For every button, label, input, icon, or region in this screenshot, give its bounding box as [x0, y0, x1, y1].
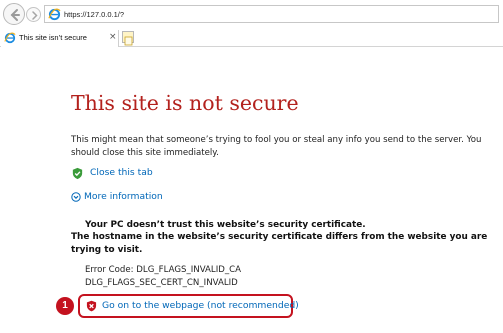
green-shield-check-icon [72, 167, 83, 179]
tab-active[interactable]: This site isn’t secure × [1, 30, 119, 47]
ie-logo-icon [48, 8, 61, 21]
more-information-row[interactable]: More information [71, 190, 163, 204]
back-arrow-icon [10, 9, 20, 21]
chevron-down-circle-icon [71, 192, 81, 202]
tab-close-button[interactable]: × [109, 31, 117, 43]
go-on-to-webpage-link[interactable]: Go on to the webpage (not recommended) [102, 299, 299, 313]
close-tab-row[interactable]: Close this tab [71, 166, 153, 180]
callout-number-badge: 1 [56, 297, 74, 315]
new-tab-icon [124, 36, 133, 46]
close-tab-link[interactable]: Close this tab [90, 166, 153, 180]
certificate-trust-message: Your PC doesn’t trust this website’s sec… [85, 220, 366, 230]
url-field[interactable]: https://127.0.0.1/? [44, 5, 499, 23]
error-code-line-2: DLG_FLAGS_SEC_CERT_CN_INVALID [85, 278, 238, 288]
red-shield-x-icon [86, 300, 97, 312]
tab-strip: This site isn’t secure × [0, 29, 503, 47]
hostname-mismatch-message: The hostname in the website’s security c… [71, 232, 488, 255]
url-text: https://127.0.0.1/? [64, 10, 125, 19]
warning-description: This might mean that someone’s trying to… [71, 135, 482, 158]
page-title: This site is not secure [71, 91, 299, 115]
new-tab-button[interactable] [122, 31, 134, 46]
address-bar-row: https://127.0.0.1/? [0, 0, 503, 28]
browser-window: https://127.0.0.1/? This site isn’t secu… [0, 0, 503, 333]
forward-button[interactable] [26, 7, 41, 22]
ie-logo-icon [4, 32, 16, 44]
forward-arrow-icon [32, 11, 38, 20]
back-button[interactable] [3, 3, 25, 25]
go-on-row[interactable]: Go on to the webpage (not recommended) [86, 299, 299, 313]
more-information-link[interactable]: More information [84, 190, 163, 204]
tab-title: This site isn’t secure [19, 33, 87, 42]
error-code-line-1: Error Code: DLG_FLAGS_INVALID_CA [85, 265, 242, 275]
